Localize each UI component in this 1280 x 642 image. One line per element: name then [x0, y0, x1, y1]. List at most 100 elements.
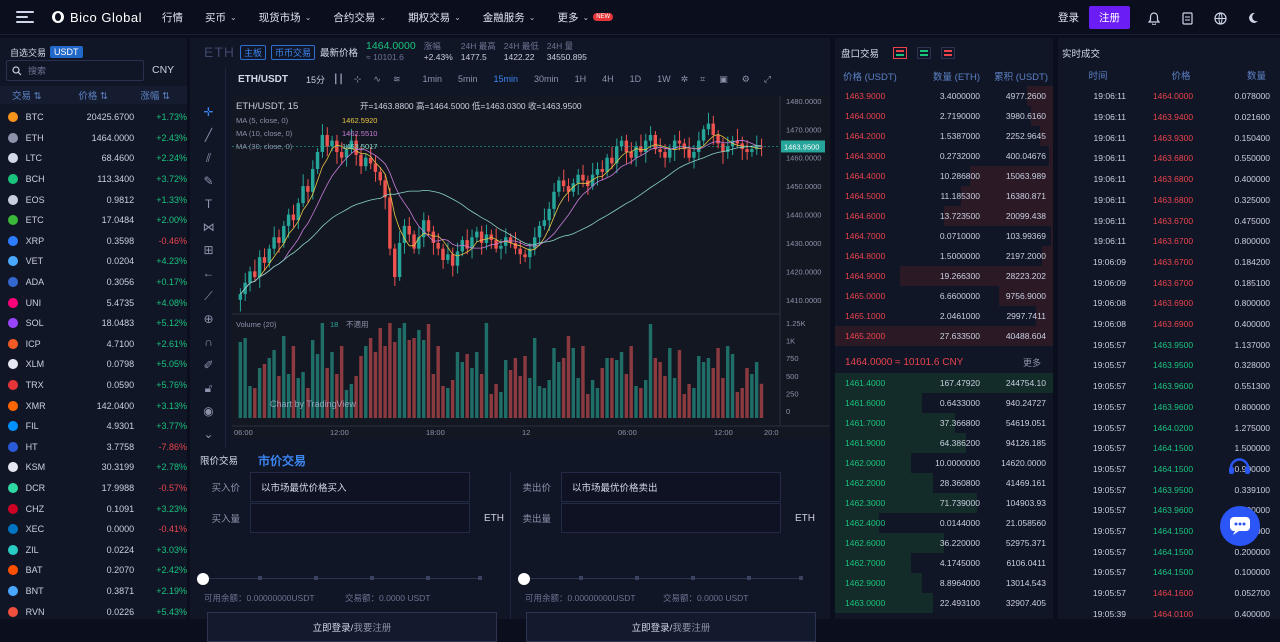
timeframe-1min[interactable]: 1min	[423, 74, 443, 84]
fib-tool-icon[interactable]: ⫽	[201, 150, 217, 166]
zoom-in-icon[interactable]: ⊕	[201, 311, 217, 327]
lock-drawing-icon[interactable]: ✐	[201, 357, 217, 373]
chart-svg[interactable]: 1480.0000 1470.0000 1460.0000 1450.0000 1440…	[232, 96, 830, 438]
buy-login-button[interactable]: 立即登录/ 我要注册	[207, 612, 497, 642]
sell-percent-slider[interactable]	[518, 573, 803, 585]
usdt-tab[interactable]: USDT	[50, 46, 83, 58]
forecast-tool-icon[interactable]: ⊞	[201, 242, 217, 258]
more-link[interactable]: 更多	[1023, 356, 1041, 369]
market-row[interactable]: ETH 1464.0000 +2.43%	[0, 128, 187, 149]
timeframe-15min[interactable]: 15min	[494, 74, 519, 84]
market-row[interactable]: LTC 68.4600 +2.24%	[0, 148, 187, 169]
ask-row[interactable]: 1464.3000 0.2732000 400.04676	[835, 146, 1053, 166]
market-row[interactable]: ETC 17.0484 +2.00%	[0, 210, 187, 231]
chart-pair[interactable]: ETH/USDT	[238, 74, 288, 85]
limit-order-tab[interactable]: 限价交易	[200, 453, 238, 467]
headset-support-icon[interactable]	[1226, 453, 1253, 480]
indicator-icon[interactable]: ⊹	[354, 74, 362, 85]
brush-icon[interactable]: ✎	[201, 173, 217, 189]
interval-select[interactable]: 15分	[306, 73, 325, 86]
dark-mode-moon-icon[interactable]	[1247, 12, 1259, 24]
market-row[interactable]: XEC 0.0000 -0.41%	[0, 519, 187, 540]
price-chart[interactable]: 1480.0000 1470.0000 1460.0000 1450.0000 1440…	[232, 96, 830, 438]
magnet-icon[interactable]: ∩	[201, 334, 217, 350]
ask-row[interactable]: 1464.8000 1.5000000 2197.2000	[835, 246, 1053, 266]
globe-icon[interactable]	[1214, 11, 1227, 25]
sell-login-button[interactable]: 立即登录/ 我要注册	[526, 612, 816, 642]
spot-trade-button[interactable]: 币币交易	[271, 44, 316, 60]
market-row[interactable]: ZIL 0.0224 +3.03%	[0, 540, 187, 561]
favorites-tab[interactable]: 自选交易	[10, 46, 46, 59]
book-asks-view-icon[interactable]	[941, 46, 956, 59]
buy-percent-slider[interactable]	[197, 573, 482, 585]
col-change[interactable]: 涨幅 ⇅	[108, 88, 170, 102]
nav-item-4[interactable]: 期权交易 ⌄	[408, 10, 461, 25]
fullscreen-icon[interactable]: ⤢	[764, 74, 771, 85]
market-row[interactable]: XLM 0.0798 +5.05%	[0, 354, 187, 375]
ask-row[interactable]: 1464.5000 11.185300 16380.871	[835, 186, 1053, 206]
market-row[interactable]: BNT 0.3871 +2.19%	[0, 581, 187, 602]
ask-row[interactable]: 1464.9000 19.266300 28223.202	[835, 266, 1053, 286]
login-link[interactable]: 登录	[1058, 10, 1079, 25]
chart-style-icon[interactable]: ⌗	[700, 74, 705, 85]
col-pair[interactable]: 交易 ⇅	[0, 88, 52, 102]
settings-gear-icon[interactable]: ✲	[681, 74, 689, 85]
col-price[interactable]: 价格 ⇅	[52, 88, 108, 102]
ask-row[interactable]: 1463.9000 3.4000000 4977.2600	[835, 86, 1053, 106]
bid-row[interactable]: 1461.6000 0.6433000 940.24727	[835, 393, 1053, 413]
nav-item-5[interactable]: 金融服务 ⌄	[483, 10, 536, 25]
ask-row[interactable]: 1465.1000 2.0461000 2997.7411	[835, 306, 1053, 326]
bid-row[interactable]: 1462.2000 28.360800 41469.161	[835, 473, 1053, 493]
ask-row[interactable]: 1464.2000 1.5387000 2252.9645	[835, 126, 1053, 146]
nav-item-1[interactable]: 买币 ⌄	[205, 10, 237, 25]
market-row[interactable]: BCH 113.3400 +3.72%	[0, 169, 187, 190]
trendline-icon[interactable]: ╱	[201, 127, 217, 143]
sell-price-field[interactable]: 以市场最优价格卖出	[561, 472, 781, 502]
sell-slider-knob[interactable]	[518, 573, 530, 585]
nav-item-2[interactable]: 现货市场 ⌄	[259, 10, 312, 25]
market-row[interactable]: UNI 5.4735 +4.08%	[0, 292, 187, 313]
market-row[interactable]: BTC 20425.6700 +1.73%	[0, 107, 187, 128]
book-bids-view-icon[interactable]	[917, 46, 932, 59]
ask-row[interactable]: 1464.6000 13.723500 20099.438	[835, 206, 1053, 226]
market-row[interactable]: CHZ 0.1091 +3.23%	[0, 498, 187, 519]
bell-icon[interactable]	[1147, 11, 1161, 25]
lock-icon[interactable]: 🔓︎	[201, 380, 217, 396]
market-order-tab[interactable]: 市价交易	[258, 452, 306, 469]
market-row[interactable]: XRP 0.3598 -0.46%	[0, 231, 187, 252]
timeframe-30min[interactable]: 30min	[534, 74, 559, 84]
ask-row[interactable]: 1465.0000 6.6600000 9756.9000	[835, 286, 1053, 306]
timeframe-1D[interactable]: 1D	[630, 74, 642, 84]
sell-qty-field[interactable]	[561, 503, 781, 533]
bid-row[interactable]: 1461.9000 64.386200 94126.185	[835, 433, 1053, 453]
bid-row[interactable]: 1461.4000 167.47920 244754.10	[835, 373, 1053, 393]
collapse-chevron-icon[interactable]: ⌄	[201, 426, 217, 442]
hamburger-menu-icon[interactable]	[16, 11, 34, 23]
ask-row[interactable]: 1464.7000 0.0710000 103.99369	[835, 226, 1053, 246]
market-row[interactable]: XMR 142.0400 +3.13%	[0, 395, 187, 416]
market-row[interactable]: TRX 0.0590 +5.76%	[0, 375, 187, 396]
nav-item-3[interactable]: 合约交易 ⌄	[333, 10, 386, 25]
camera-icon[interactable]: ▣	[719, 74, 728, 85]
timeframe-4H[interactable]: 4H	[602, 74, 614, 84]
crosshair-icon[interactable]: ✛	[201, 104, 217, 120]
bid-row[interactable]: 1462.7000 4.1745000 6106.0411	[835, 553, 1053, 573]
text-tool-icon[interactable]: T	[201, 196, 217, 212]
pattern-tool-icon[interactable]: ⋈	[201, 219, 217, 235]
ruler-icon[interactable]: ⟋	[201, 288, 217, 304]
timeframe-1W[interactable]: 1W	[657, 74, 671, 84]
nav-item-6[interactable]: 更多 ⌄ NEW	[558, 10, 614, 25]
line-chart-icon[interactable]: ∿	[373, 74, 381, 85]
market-row[interactable]: BAT 0.2070 +2.42%	[0, 560, 187, 581]
brand-logo[interactable]: Bico Global	[52, 10, 142, 25]
currency-toggle[interactable]: CNY	[152, 64, 174, 76]
ask-row[interactable]: 1465.2000 27.633500 40488.604	[835, 326, 1053, 346]
market-row[interactable]: ADA 0.3056 +0.17%	[0, 272, 187, 293]
bid-row[interactable]: 1463.0000 22.493100 32907.405	[835, 593, 1053, 613]
ask-row[interactable]: 1464.4000 10.286800 15063.989	[835, 166, 1053, 186]
search-input[interactable]: 搜索	[6, 60, 144, 81]
market-row[interactable]: ICP 4.7100 +2.61%	[0, 334, 187, 355]
market-row[interactable]: SOL 18.0483 +5.12%	[0, 313, 187, 334]
nav-item-0[interactable]: 行情	[162, 10, 183, 25]
bid-row[interactable]: 1461.7000 37.366800 54619.051	[835, 413, 1053, 433]
